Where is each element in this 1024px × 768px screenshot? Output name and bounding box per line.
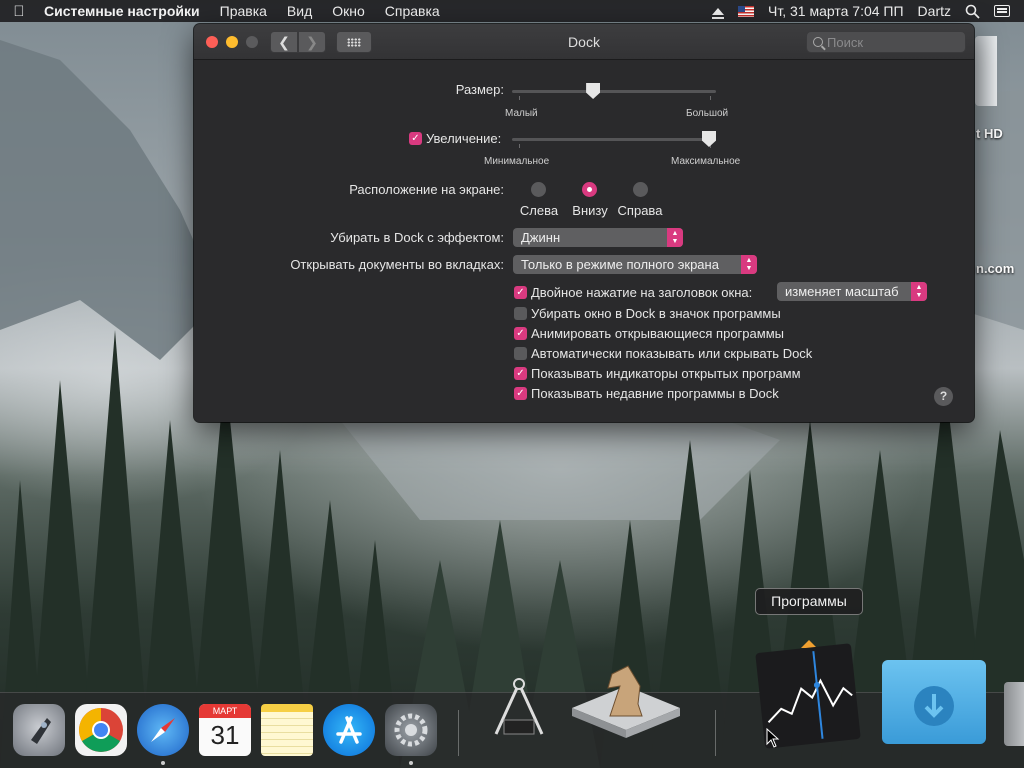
double-click-label[interactable]: Двойное нажатие на заголовок окна: (531, 285, 752, 300)
trash-icon[interactable] (1004, 682, 1024, 746)
app-menu[interactable]: Системные настройки (38, 3, 210, 19)
magnification-checkbox[interactable]: ✓ (409, 132, 422, 145)
apple-menu-icon[interactable]:  (0, 3, 38, 20)
position-bottom-label[interactable]: Внизу (565, 203, 615, 218)
calendar-icon[interactable]: МАРТ 31 (199, 704, 251, 756)
size-min-label: Малый (505, 108, 538, 119)
show-recent-apps-label[interactable]: Показывать недавние программы в Dock (531, 386, 779, 401)
compass-icon (151, 718, 175, 742)
app-store-logo-icon (336, 716, 362, 744)
window-titlebar[interactable]: ❮ ❯ Dock (194, 24, 974, 60)
size-slider-tick (710, 96, 711, 100)
chess-knight-icon (572, 665, 680, 738)
notes-icon[interactable] (261, 704, 313, 756)
search-input[interactable] (827, 34, 957, 50)
show-recent-apps-checkbox[interactable]: ✓ (514, 387, 527, 400)
desktop-file-label[interactable]: n.com (976, 261, 1014, 276)
hard-disk-icon[interactable] (975, 36, 997, 106)
help-button[interactable]: ? (934, 387, 953, 406)
system-information-icon[interactable] (484, 676, 554, 746)
popup-arrows-icon: ▲ ▼ (911, 282, 927, 301)
position-left-label[interactable]: Слева (514, 203, 564, 218)
chess-icon[interactable] (572, 656, 680, 748)
popup-arrows-icon: ▲ ▼ (667, 228, 683, 247)
minimize-effect-label: Убирать в Dock с эффектом: (330, 230, 504, 245)
double-click-popup[interactable]: изменяет масштаб ▲ ▼ (777, 282, 927, 301)
position-right-radio[interactable] (633, 182, 648, 197)
menu-window[interactable]: Окно (322, 3, 375, 19)
mouse-cursor-icon (766, 728, 780, 748)
magnification-max-label: Максимальное (671, 156, 741, 167)
dock-separator (458, 710, 459, 756)
menu-help[interactable]: Справка (375, 3, 450, 19)
dock-preferences-window: ❮ ❯ Dock Размер: Малый Большой ✓ Увеличе… (194, 24, 974, 422)
notification-center-icon[interactable] (994, 5, 1010, 17)
position-label: Расположение на экране: (349, 182, 504, 197)
rocket-icon (31, 718, 51, 744)
size-label: Размер: (455, 82, 504, 97)
double-click-value: изменяет масштаб (785, 284, 899, 299)
position-bottom-radio[interactable] (582, 182, 597, 197)
magnification-slider-knob[interactable] (702, 131, 716, 147)
size-slider-tick (519, 96, 520, 100)
open-tabs-popup[interactable]: Только в режиме полного экрана ▲ ▼ (513, 255, 757, 274)
magnification-min-label: Минимальное (484, 156, 550, 167)
popup-arrows-icon: ▲ ▼ (741, 255, 757, 274)
menubar-clock[interactable]: Чт, 31 марта 7:04 ПП (768, 3, 904, 19)
show-indicators-label[interactable]: Показывать индикаторы открытых программ (531, 366, 801, 381)
position-left-radio[interactable] (531, 182, 546, 197)
autohide-dock-label[interactable]: Автоматически показывать или скрывать Do… (531, 346, 812, 361)
running-indicator (161, 761, 165, 765)
magnification-label[interactable]: Увеличение: (426, 131, 501, 146)
size-slider-knob[interactable] (586, 83, 601, 99)
downloads-folder-icon[interactable] (882, 660, 986, 744)
menu-view[interactable]: Вид (277, 3, 322, 19)
app-store-icon[interactable] (323, 704, 375, 756)
size-max-label: Большой (686, 108, 729, 119)
input-source-flag-icon[interactable] (738, 5, 755, 17)
double-click-checkbox[interactable]: ✓ (514, 286, 527, 299)
position-right-label[interactable]: Справа (615, 203, 665, 218)
calendar-day: 31 (210, 720, 240, 750)
animate-opening-checkbox[interactable]: ✓ (514, 327, 527, 340)
download-arrow-icon (914, 686, 954, 726)
magnification-slider-track[interactable] (512, 138, 716, 141)
launchpad-icon[interactable] (13, 704, 65, 756)
running-indicator (409, 761, 413, 765)
animate-opening-label[interactable]: Анимировать открывающиеся программы (531, 326, 784, 341)
minimize-into-app-icon-checkbox[interactable] (514, 307, 527, 320)
chrome-logo-icon (79, 708, 123, 752)
hard-disk-label[interactable]: t HD (976, 126, 1003, 141)
magnification-slider-tick (519, 144, 520, 148)
caliper-chip-icon (494, 678, 544, 735)
eject-icon[interactable] (712, 7, 725, 19)
minimize-effect-popup[interactable]: Джинн ▲ ▼ (513, 228, 683, 247)
minimize-effect-value: Джинн (521, 230, 561, 245)
gear-icon (394, 713, 428, 747)
calendar-month: МАРТ (199, 704, 251, 718)
search-field[interactable] (806, 31, 966, 53)
menu-bar:  Системные настройки Правка Вид Окно Сп… (0, 0, 1024, 22)
minimize-into-app-icon-label[interactable]: Убирать окно в Dock в значок программы (531, 306, 781, 321)
menubar-user[interactable]: Dartz (918, 3, 951, 19)
chrome-icon[interactable] (75, 704, 127, 756)
dock-tooltip: Программы (755, 588, 863, 615)
open-tabs-value: Только в режиме полного экрана (521, 257, 719, 272)
open-tabs-label: Открывать документы во вкладках: (290, 257, 504, 272)
search-icon (813, 37, 823, 47)
spotlight-search-icon[interactable] (965, 4, 980, 19)
autohide-dock-checkbox[interactable] (514, 347, 527, 360)
safari-icon[interactable] (137, 704, 189, 756)
dock-separator (715, 710, 716, 756)
system-preferences-icon[interactable] (385, 704, 437, 756)
menu-edit[interactable]: Правка (210, 3, 277, 19)
size-slider-track[interactable] (512, 90, 716, 93)
show-indicators-checkbox[interactable]: ✓ (514, 367, 527, 380)
